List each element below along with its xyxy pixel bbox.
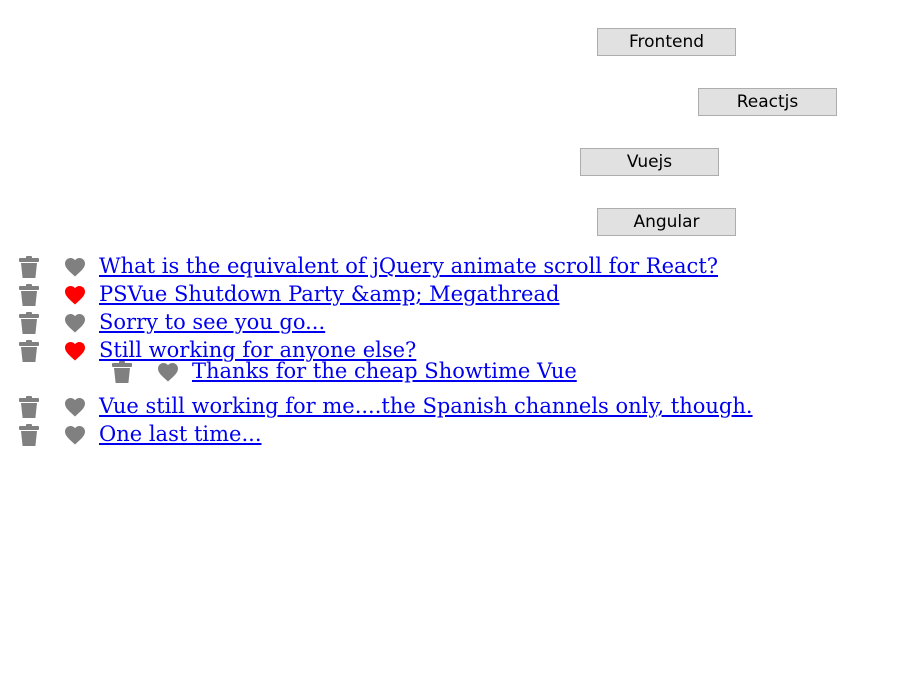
reactjs-button[interactable]: Reactjs [698, 88, 837, 116]
heart-icon[interactable] [63, 283, 87, 307]
post-link[interactable]: What is the equivalent of jQuery animate… [99, 252, 718, 280]
trash-icon[interactable] [17, 423, 41, 447]
frontend-button[interactable]: Frontend [597, 28, 736, 56]
trash-icon[interactable] [17, 255, 41, 279]
trash-icon[interactable] [17, 395, 41, 419]
vuejs-button[interactable]: Vuejs [580, 148, 719, 176]
heart-icon[interactable] [63, 395, 87, 419]
post-link[interactable]: Thanks for the cheap Showtime Vue [192, 357, 577, 385]
angular-button[interactable]: Angular [597, 208, 736, 236]
heart-icon[interactable] [63, 311, 87, 335]
post-link[interactable]: Sorry to see you go... [99, 308, 325, 336]
trash-icon[interactable] [17, 283, 41, 307]
post-link[interactable]: PSVue Shutdown Party &amp; Megathread [99, 280, 559, 308]
trash-icon[interactable] [17, 339, 41, 363]
post-link[interactable]: One last time... [99, 420, 262, 448]
trash-icon[interactable] [110, 360, 134, 384]
heart-icon[interactable] [63, 339, 87, 363]
heart-icon[interactable] [63, 255, 87, 279]
heart-icon[interactable] [156, 360, 180, 384]
post-link[interactable]: Vue still working for me....the Spanish … [99, 392, 753, 420]
heart-icon[interactable] [63, 423, 87, 447]
trash-icon[interactable] [17, 311, 41, 335]
